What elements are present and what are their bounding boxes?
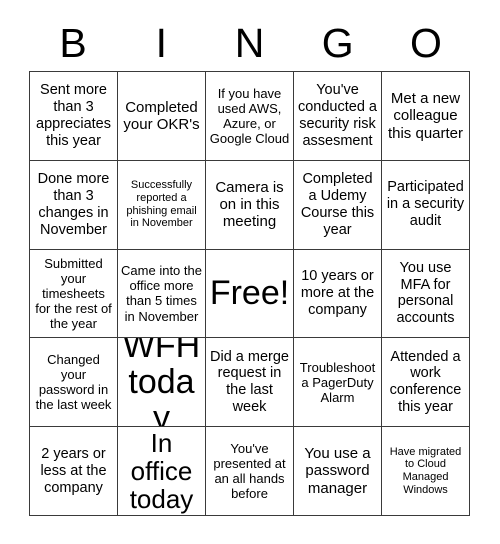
bingo-cell[interactable]: Attended a work conference this year <box>382 338 470 428</box>
bingo-cell[interactable]: Camera is on in this meeting <box>206 160 294 250</box>
bingo-cell-label: Successfully reported a phishing email i… <box>126 179 197 230</box>
bingo-cell-label: Have migrated to Cloud Managed Windows <box>389 445 462 496</box>
header-letter-g: G <box>321 20 354 66</box>
bingo-cell-label: Submitted your timesheets for the rest o… <box>35 255 112 332</box>
bingo-card: B I N G O Sent more than 3 appreciates t… <box>0 0 500 544</box>
bingo-cell[interactable]: If you have used AWS, Azure, or Google C… <box>206 72 294 161</box>
bingo-cell-free[interactable]: Free! <box>206 249 294 339</box>
bingo-cell[interactable]: Have migrated to Cloud Managed Windows <box>382 427 470 516</box>
bingo-cell-label: Completed a Udemy Course this year <box>300 171 375 238</box>
bingo-cell[interactable]: Did a merge request in the last week <box>206 338 294 428</box>
bingo-cell[interactable]: You use MFA for personal accounts <box>382 249 470 339</box>
bingo-cell-label: 10 years or more at the company <box>300 268 375 318</box>
bingo-cell[interactable]: In office today <box>118 427 206 516</box>
bingo-cell-label: WFH today <box>122 338 201 428</box>
bingo-cell[interactable]: Successfully reported a phishing email i… <box>118 160 206 250</box>
bingo-cell-label: Sent more than 3 appreciates this year <box>36 82 111 149</box>
header-letter-o: O <box>409 20 442 66</box>
bingo-cell-label: Met a new colleague this quarter <box>387 89 464 142</box>
bingo-cell-label: Completed your OKR's <box>123 98 200 133</box>
header-letter-b: B <box>59 20 87 66</box>
bingo-cell[interactable]: Submitted your timesheets for the rest o… <box>30 249 118 339</box>
bingo-cell-label: Camera is on in this meeting <box>215 178 284 231</box>
bingo-cell-label: If you have used AWS, Azure, or Google C… <box>209 85 290 146</box>
bingo-cell-label: You've conducted a security risk assesme… <box>297 82 377 149</box>
bingo-grid: Sent more than 3 appreciates this year Co… <box>29 71 470 516</box>
bingo-cell[interactable]: You've conducted a security risk assesme… <box>294 72 382 161</box>
bingo-cell[interactable]: You use a password manager <box>294 427 382 516</box>
bingo-cell-label: Attended a work conference this year <box>389 348 462 416</box>
bingo-header-row: B I N G O <box>29 16 470 71</box>
bingo-cell[interactable]: Came into the office more than 5 times i… <box>118 249 206 339</box>
bingo-cell-label: You've presented at an all hands before <box>213 440 286 502</box>
bingo-cell[interactable]: Troubleshoot a PagerDuty Alarm <box>294 338 382 428</box>
bingo-cell-label: In office today <box>129 427 194 515</box>
bingo-cell-label: Did a merge request in the last week <box>210 348 289 416</box>
bingo-cell-label: You use MFA for personal accounts <box>396 259 455 327</box>
bingo-cell[interactable]: Changed your password in the last week <box>30 338 118 428</box>
bingo-cell-label: Troubleshoot a PagerDuty Alarm <box>299 359 376 405</box>
bingo-cell-label: Free! <box>209 274 290 313</box>
bingo-cell[interactable]: Participated in a security audit <box>382 160 470 250</box>
bingo-cell-label: You use a password manager <box>304 445 371 497</box>
bingo-cell[interactable]: WFH today <box>118 338 206 428</box>
bingo-cell[interactable]: 10 years or more at the company <box>294 249 382 339</box>
bingo-cell[interactable]: Completed a Udemy Course this year <box>294 160 382 250</box>
bingo-cell[interactable]: 2 years or less at the company <box>30 427 118 516</box>
bingo-cell[interactable]: Done more than 3 changes in November <box>30 160 118 250</box>
bingo-cell-label: Came into the office more than 5 times i… <box>121 263 202 324</box>
bingo-cell[interactable]: Completed your OKR's <box>118 72 206 161</box>
bingo-cell-label: Participated in a security audit <box>386 179 465 230</box>
bingo-cell[interactable]: Sent more than 3 appreciates this year <box>30 72 118 161</box>
header-letter-n: N <box>234 20 265 66</box>
bingo-cell-label: Done more than 3 changes in November <box>37 171 110 238</box>
bingo-cell[interactable]: You've presented at an all hands before <box>206 427 294 516</box>
bingo-cell-label: 2 years or less at the company <box>40 445 107 496</box>
bingo-cell-label: Changed your password in the last week <box>35 352 112 413</box>
bingo-cell[interactable]: Met a new colleague this quarter <box>382 72 470 161</box>
header-letter-i: I <box>155 20 167 66</box>
